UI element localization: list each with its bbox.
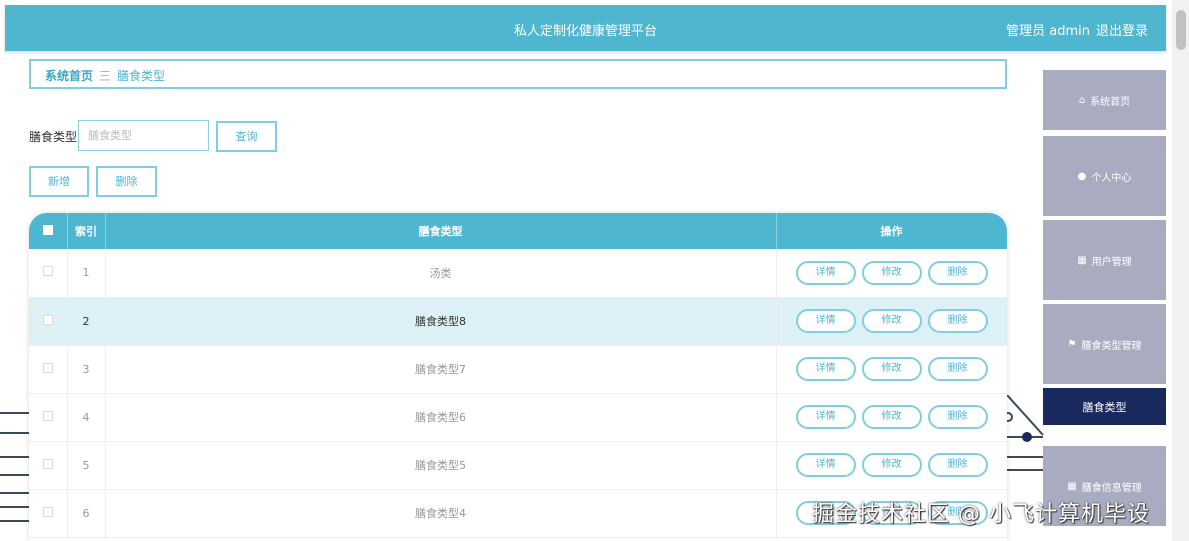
row-select-cell[interactable] (29, 345, 68, 393)
column-header-index: 索引 (67, 213, 106, 249)
sidebar-item-label: 膳食类型管理 (1081, 340, 1142, 352)
detail-button[interactable]: 详情 (795, 453, 856, 477)
edit-button[interactable]: 修改 (861, 405, 922, 429)
row-index: 2 (67, 297, 106, 345)
row-index: 4 (67, 393, 106, 441)
sidebar-item-2[interactable]: ● 个人中心 (1043, 136, 1166, 216)
scrollbar-thumb[interactable] (1176, 10, 1186, 50)
detail-button[interactable]: 详情 (795, 309, 856, 333)
row-type: 膳食类型5 (105, 441, 777, 489)
detail-button[interactable]: 详情 (795, 405, 856, 429)
admin-label: 管理员 admin (1006, 24, 1090, 39)
column-header-type: 膳食类型 (105, 213, 777, 249)
table-row[interactable]: 4 膳食类型6 详情 修改 删除 (29, 393, 1007, 441)
row-select-cell[interactable] (29, 393, 68, 441)
row-checkbox[interactable] (42, 458, 53, 469)
breadcrumb: 系统首页三膳食类型 (29, 59, 1007, 89)
sidebar-item-4[interactable]: ⚑ 膳食类型管理 (1043, 304, 1166, 384)
delete-button[interactable]: 删除 (927, 357, 988, 381)
sidebar-item-label: 用户管理 (1091, 256, 1132, 268)
sidebar-item-3[interactable]: ▦ 用户管理 (1043, 220, 1166, 300)
row-ops: 详情 修改 删除 (776, 345, 1007, 393)
table-row[interactable]: 2 膳食类型8 详情 修改 删除 (29, 297, 1007, 345)
scrollbar[interactable] (1172, 0, 1189, 541)
sidebar-item-5[interactable]: 膳食类型 (1043, 388, 1166, 425)
row-checkbox[interactable] (42, 506, 53, 517)
table-row[interactable]: 5 膳食类型5 详情 修改 删除 (29, 441, 1007, 489)
row-type: 膳食类型4 (105, 489, 777, 537)
detail-button[interactable]: 详情 (795, 357, 856, 381)
row-checkbox[interactable] (42, 362, 53, 373)
edit-button[interactable]: 修改 (861, 309, 922, 333)
row-select-cell[interactable] (29, 489, 68, 537)
row-ops: 详情 修改 删除 (776, 297, 1007, 345)
flag-icon: ⚑ (1067, 338, 1077, 350)
delete-button[interactable]: 删除 (927, 309, 988, 333)
delete-button[interactable]: 删除 (927, 453, 988, 477)
sidebar-item-1[interactable]: ⌂ 系统首页 (1043, 70, 1166, 130)
breadcrumb-home[interactable]: 系统首页 (45, 69, 93, 83)
grid-icon: ▦ (1067, 480, 1077, 492)
sidebar-item-label: 系统首页 (1090, 96, 1131, 108)
row-select-cell[interactable] (29, 441, 68, 489)
query-button[interactable]: 查询 (216, 121, 277, 152)
row-index: 6 (67, 489, 106, 537)
row-ops: 详情 修改 删除 (776, 393, 1007, 441)
search-input[interactable] (78, 120, 209, 151)
delete-button[interactable]: 删除 (927, 405, 988, 429)
table-header-row: 索引 膳食类型 操作 (29, 213, 1007, 249)
table-row[interactable]: 3 膳食类型7 详情 修改 删除 (29, 345, 1007, 393)
sidebar-item-label: 膳食类型 (1082, 400, 1127, 414)
row-index: 3 (67, 345, 106, 393)
user-icon: ● (1077, 170, 1087, 182)
app-title: 私人定制化健康管理平台 (513, 24, 657, 39)
home-icon: ⌂ (1078, 94, 1086, 106)
row-checkbox[interactable] (42, 266, 53, 277)
row-ops: 详情 修改 删除 (776, 441, 1007, 489)
row-select-cell[interactable] (29, 297, 68, 345)
breadcrumb-current: 膳食类型 (117, 69, 166, 83)
delete-button[interactable]: 删除 (927, 260, 988, 285)
select-all-checkbox[interactable] (42, 224, 53, 235)
row-index: 5 (67, 441, 106, 489)
select-all-cell[interactable] (29, 213, 68, 249)
edit-button[interactable]: 修改 (861, 260, 922, 285)
row-type: 膳食类型7 (105, 345, 777, 393)
sidebar: ⌂ 系统首页 ● 个人中心 ▦ 用户管理 ⚑ 膳食类型管理 膳食类型 ▦ 膳食信息管理 (1043, 53, 1167, 541)
add-button[interactable]: 新增 (29, 166, 89, 197)
detail-button[interactable]: 详情 (795, 260, 856, 285)
column-header-ops: 操作 (776, 213, 1007, 249)
row-checkbox[interactable] (42, 410, 53, 421)
batch-delete-button[interactable]: 删除 (96, 166, 157, 197)
watermark: 掘金技术社区 @ 小飞计算机毕设 (812, 502, 1150, 527)
sidebar-item-label: 个人中心 (1091, 172, 1132, 184)
search-label: 膳食类型 (29, 130, 78, 144)
row-type: 膳食类型8 (105, 297, 777, 345)
row-ops: 详情 修改 删除 (776, 249, 1007, 297)
edit-button[interactable]: 修改 (861, 357, 922, 381)
row-checkbox[interactable] (42, 314, 53, 325)
data-table: 索引 膳食类型 操作 1 汤类 详情 修改 删除 2 膳食类型8 详情 修改 删除 3 膳食类型7 详情… (29, 213, 1007, 541)
grid-icon: ▦ (1077, 254, 1087, 266)
top-header: 私人定制化健康管理平台 管理员 admin 退出登录 (5, 5, 1166, 51)
row-index: 1 (67, 249, 106, 297)
logout-link[interactable]: 退出登录 (1096, 20, 1148, 39)
row-type: 膳食类型6 (105, 393, 777, 441)
table-row[interactable]: 1 汤类 详情 修改 删除 (29, 249, 1007, 297)
row-select-cell[interactable] (29, 249, 68, 297)
breadcrumb-separator: 三 (99, 69, 112, 83)
row-type: 汤类 (105, 249, 777, 297)
sidebar-item-label: 膳食信息管理 (1081, 482, 1142, 494)
edit-button[interactable]: 修改 (861, 453, 922, 477)
